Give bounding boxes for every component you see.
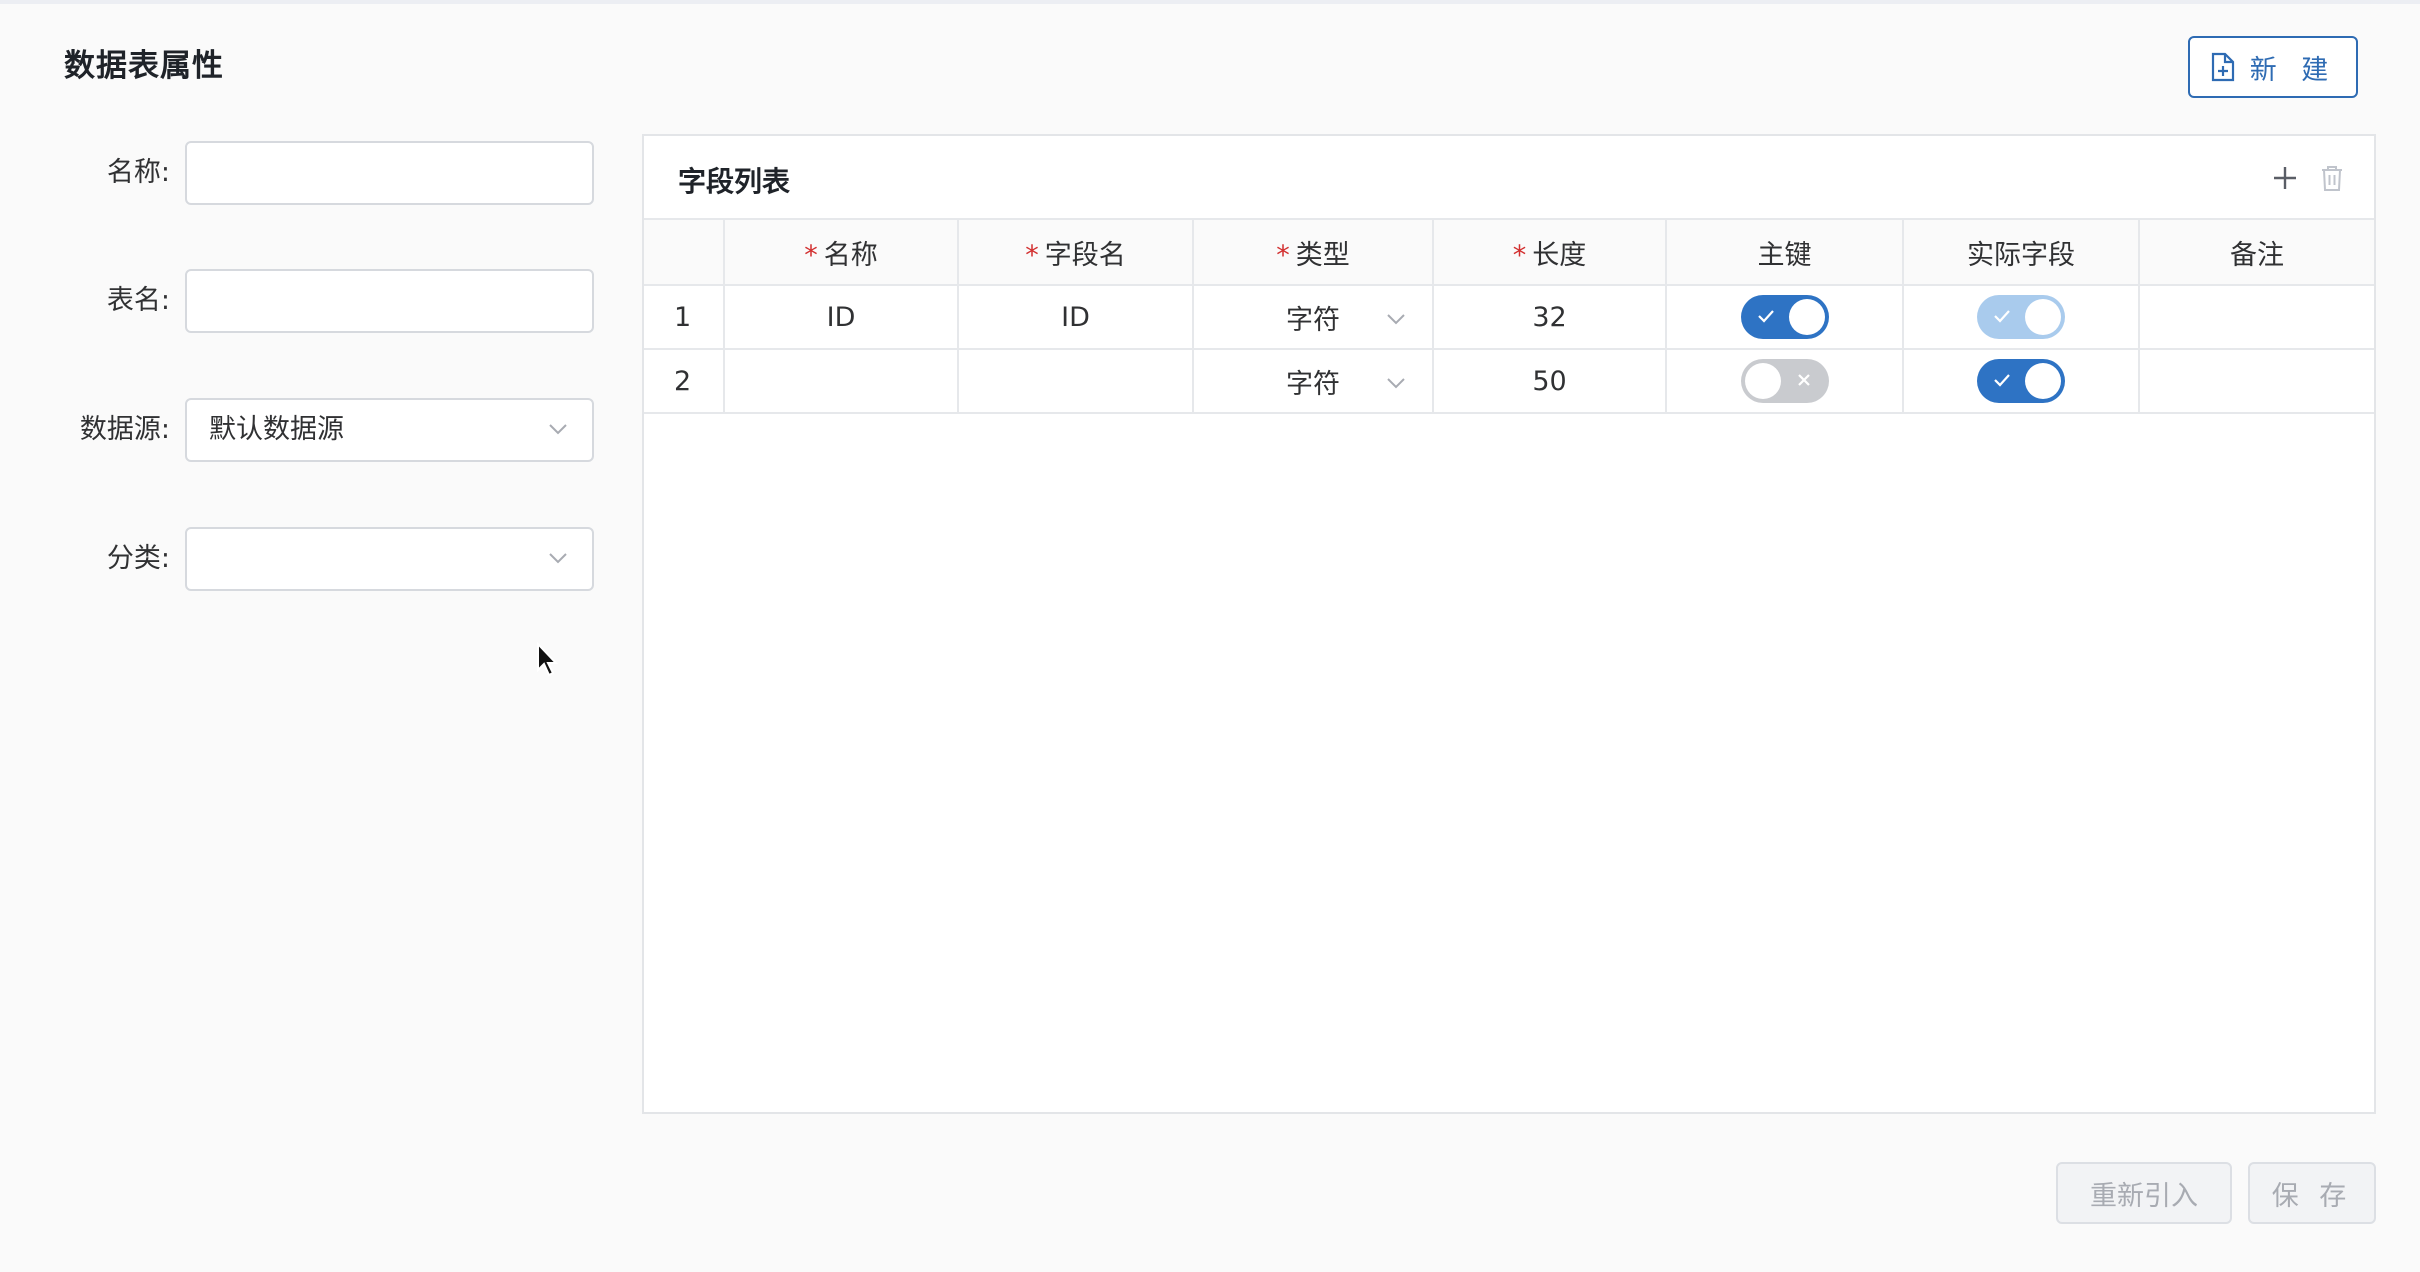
col-type-header: * 类型: [1192, 218, 1434, 286]
col-length-label: 长度: [1532, 239, 1587, 271]
new-button-label: 新 建: [2249, 54, 2337, 86]
col-type-label: 类型: [1295, 239, 1350, 271]
col-primary-key-header: 主键: [1665, 218, 1904, 286]
check-icon: [1994, 374, 2010, 387]
new-file-icon: [2211, 52, 2234, 82]
field-table: * 名称 * 字段名 * 类型 * 长度 主键 实际字段 备注 1 ID ID 字符 3…: [644, 218, 2374, 414]
table-header-row: * 名称 * 字段名 * 类型 * 长度 主键 实际字段 备注: [644, 218, 2374, 286]
reimport-button[interactable]: 重新引入: [2056, 1162, 2232, 1224]
cell-field-name[interactable]: ID: [957, 284, 1194, 350]
toggle-knob: [2025, 299, 2061, 335]
add-icon[interactable]: [2272, 165, 2298, 191]
field-list-title: 字段列表: [678, 165, 791, 198]
primary-key-toggle[interactable]: [1740, 295, 1829, 339]
name-input[interactable]: [185, 141, 594, 205]
toggle-knob: [1788, 299, 1825, 335]
col-field-name-label: 字段名: [1044, 239, 1126, 271]
row-index: 1: [644, 284, 725, 350]
field-list-panel: 字段列表 * 名称 * 字段名 * 类型 * 长度 主键 实际字段 备注 1 I…: [642, 134, 2376, 1114]
form-row-category: 分类:: [0, 527, 600, 591]
cell-type-value: 字符: [1286, 368, 1340, 400]
cell-actual-field: [1902, 284, 2140, 350]
cell-type-select[interactable]: 字符: [1192, 348, 1434, 414]
check-icon: [1757, 310, 1774, 323]
cell-primary-key: [1665, 284, 1904, 350]
cell-primary-key: [1665, 348, 1904, 414]
cell-field-name[interactable]: [957, 348, 1194, 414]
mouse-cursor-icon: [537, 642, 559, 677]
col-actual-field-header: 实际字段: [1902, 218, 2140, 286]
trash-icon[interactable]: [2320, 164, 2344, 192]
form-row-table: 表名:: [0, 269, 600, 333]
cell-remark[interactable]: [2138, 348, 2374, 414]
chevron-down-icon: [549, 553, 567, 564]
row-index: 2: [644, 348, 725, 414]
close-icon: [1797, 374, 1810, 386]
cell-name[interactable]: ID: [723, 284, 959, 350]
table-name-input[interactable]: [185, 269, 594, 333]
toggle-knob: [1744, 363, 1781, 399]
cell-type-select[interactable]: 字符: [1192, 284, 1434, 350]
table-name-label: 表名:: [106, 285, 170, 316]
required-mark: *: [804, 239, 818, 271]
category-select[interactable]: [185, 527, 594, 591]
chevron-down-icon: [1387, 378, 1405, 389]
page-title: 数据表属性: [64, 48, 224, 84]
cell-name[interactable]: [723, 348, 959, 414]
required-mark: *: [1025, 239, 1039, 271]
cell-length[interactable]: 32: [1432, 284, 1667, 350]
table-row: 1 ID ID 字符 32: [644, 284, 2374, 350]
actual-field-toggle[interactable]: [1977, 359, 2065, 403]
new-button[interactable]: 新 建: [2188, 36, 2358, 98]
panel-actions: [2272, 164, 2344, 192]
cell-length[interactable]: 50: [1432, 348, 1667, 414]
name-label: 名称:: [106, 157, 170, 188]
chevron-down-icon: [549, 424, 567, 435]
datasource-value: 默认数据源: [209, 414, 344, 445]
toggle-knob: [2025, 363, 2061, 399]
reimport-button-label: 重新引入: [2090, 1180, 2198, 1212]
actual-field-toggle: [1977, 295, 2065, 339]
col-length-header: * 长度: [1432, 218, 1667, 286]
chevron-down-icon: [1387, 314, 1405, 325]
category-label: 分类:: [106, 543, 170, 574]
col-remark-header: 备注: [2138, 218, 2374, 286]
primary-key-toggle[interactable]: [1740, 359, 1829, 403]
required-mark: *: [1512, 239, 1527, 271]
top-border: [0, 0, 2420, 4]
col-index-header: [644, 218, 725, 286]
datasource-label: 数据源:: [79, 414, 170, 445]
cell-actual-field: [1902, 348, 2140, 414]
col-field-name-header: * 字段名: [957, 218, 1194, 286]
cell-type-value: 字符: [1286, 304, 1340, 336]
col-name-header: * 名称: [723, 218, 959, 286]
check-icon: [1994, 310, 2010, 323]
required-mark: *: [1276, 239, 1290, 271]
save-button-label: 保 存: [2271, 1180, 2353, 1212]
col-name-label: 名称: [823, 239, 878, 271]
form-row-datasource: 数据源: 默认数据源: [0, 398, 600, 462]
cell-remark[interactable]: [2138, 284, 2374, 350]
table-row: 2 字符 50: [644, 348, 2374, 414]
datasource-select[interactable]: 默认数据源: [185, 398, 594, 462]
form-row-name: 名称:: [0, 141, 600, 205]
save-button[interactable]: 保 存: [2248, 1162, 2376, 1224]
